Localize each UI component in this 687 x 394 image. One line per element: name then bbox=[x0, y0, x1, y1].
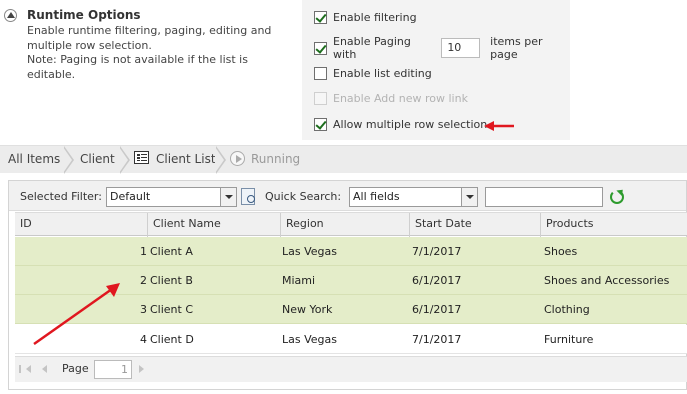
option-enable-paging[interactable]: Enable Paging with 10 items per page bbox=[314, 35, 570, 61]
collapse-section-icon[interactable] bbox=[4, 9, 17, 22]
previous-page-icon[interactable] bbox=[42, 365, 47, 373]
enable-list-editing-checkbox[interactable] bbox=[314, 67, 327, 80]
breadcrumb-all-items[interactable]: All Items bbox=[8, 146, 60, 174]
option-enable-list-editing[interactable]: Enable list editing bbox=[314, 67, 432, 80]
runtime-options-description: Enable runtime filtering, paging, editin… bbox=[27, 24, 272, 81]
column-header-region[interactable]: Region bbox=[280, 213, 409, 237]
items-per-page-input[interactable]: 10 bbox=[441, 38, 481, 58]
column-header-start-date[interactable]: Start Date bbox=[409, 213, 540, 237]
enable-filtering-checkbox[interactable] bbox=[314, 11, 327, 24]
enable-list-editing-label: Enable list editing bbox=[333, 67, 432, 80]
column-header-client-name[interactable]: Client Name bbox=[147, 213, 280, 237]
red-arrow-annotation-icon bbox=[484, 121, 514, 131]
runtime-options-panel: Enable filtering Enable Paging with 10 i… bbox=[302, 0, 570, 140]
first-page-icon[interactable] bbox=[19, 365, 31, 373]
option-allow-multiple-selection[interactable]: Allow multiple row selection bbox=[314, 118, 487, 131]
option-enable-add-new-row: Enable Add new row link bbox=[314, 92, 468, 105]
red-arrow-annotation-icon bbox=[33, 283, 120, 346]
column-header-id[interactable]: ID bbox=[15, 213, 147, 237]
breadcrumb-client[interactable]: Client bbox=[80, 146, 115, 174]
cell-id: 1 bbox=[140, 245, 147, 258]
selected-filter-value: Default bbox=[110, 190, 151, 203]
table-header: ID Client Name Region Start Date Product… bbox=[15, 212, 687, 237]
breadcrumb-separator-icon bbox=[119, 146, 132, 174]
cell-products: Shoes and Accessories bbox=[544, 274, 670, 287]
enable-add-new-row-checkbox bbox=[314, 92, 327, 105]
page-number-input[interactable]: 1 bbox=[94, 360, 132, 379]
cell-client-name: Client C bbox=[150, 303, 194, 316]
cell-start-date: 7/1/2017 bbox=[412, 245, 462, 258]
breadcrumb-client-list[interactable]: Client List bbox=[156, 146, 216, 174]
breadcrumb-separator-icon bbox=[63, 146, 76, 174]
quick-search-scope-value: All fields bbox=[353, 190, 400, 203]
breadcrumb-running: Running bbox=[251, 152, 301, 166]
items-per-page-label: items per page bbox=[490, 35, 543, 61]
table-row[interactable]: 1 Client A Las Vegas 7/1/2017 Shoes bbox=[15, 237, 687, 266]
quick-search-label: Quick Search: bbox=[265, 190, 342, 203]
quick-search-input[interactable] bbox=[485, 187, 603, 207]
play-icon bbox=[230, 151, 245, 166]
breadcrumb-separator-icon bbox=[215, 146, 228, 174]
page-label: Page bbox=[62, 362, 89, 375]
enable-paging-label: Enable Paging with bbox=[333, 35, 411, 61]
column-header-products[interactable]: Products bbox=[540, 213, 687, 237]
runtime-options-title: Runtime Options bbox=[27, 8, 141, 22]
allow-multiple-selection-checkbox[interactable] bbox=[314, 118, 327, 131]
chevron-down-icon[interactable] bbox=[220, 188, 236, 206]
cell-products: Clothing bbox=[544, 303, 590, 316]
filter-search-icon[interactable] bbox=[241, 188, 255, 205]
cell-region: Las Vegas bbox=[282, 333, 337, 346]
enable-add-new-row-label: Enable Add new row link bbox=[333, 92, 468, 105]
enable-filtering-label: Enable filtering bbox=[333, 11, 417, 24]
cell-client-name: Client A bbox=[150, 245, 193, 258]
list-icon bbox=[134, 151, 149, 164]
cell-region: New York bbox=[282, 303, 333, 316]
option-enable-filtering[interactable]: Enable filtering bbox=[314, 11, 417, 24]
next-page-icon[interactable] bbox=[139, 365, 144, 373]
cell-region: Miami bbox=[282, 274, 316, 287]
cell-region: Las Vegas bbox=[282, 245, 337, 258]
cell-client-name: Client B bbox=[150, 274, 193, 287]
quick-search-scope-dropdown[interactable]: All fields bbox=[349, 187, 478, 207]
cell-products: Furniture bbox=[544, 333, 594, 346]
cell-products: Shoes bbox=[544, 245, 578, 258]
refresh-icon[interactable] bbox=[610, 190, 624, 204]
selected-filter-label: Selected Filter: bbox=[20, 190, 102, 203]
selected-filter-dropdown[interactable]: Default bbox=[106, 187, 237, 207]
chevron-down-icon[interactable] bbox=[461, 188, 477, 206]
enable-paging-checkbox[interactable] bbox=[314, 41, 327, 55]
cell-start-date: 6/1/2017 bbox=[412, 303, 462, 316]
cell-client-name: Client D bbox=[150, 333, 194, 346]
allow-multiple-selection-label: Allow multiple row selection bbox=[333, 118, 488, 131]
cell-start-date: 6/1/2017 bbox=[412, 274, 462, 287]
cell-start-date: 7/1/2017 bbox=[412, 333, 462, 346]
